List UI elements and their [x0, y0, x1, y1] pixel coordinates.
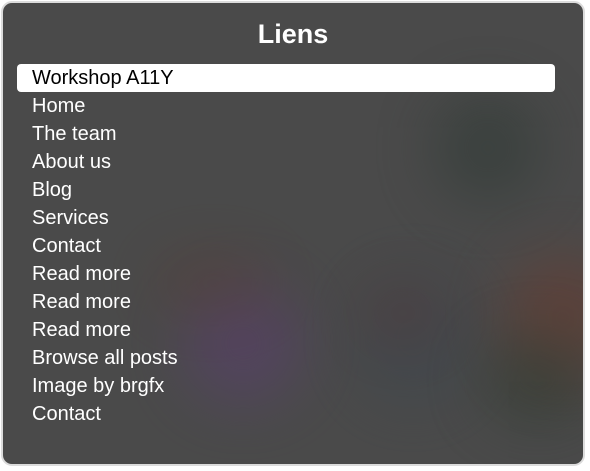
- links-list: Workshop A11Y Home The team About us Blo…: [17, 64, 555, 428]
- link-item[interactable]: Contact: [17, 400, 555, 428]
- rotor-content: Liens Workshop A11Y Home The team About …: [3, 3, 583, 464]
- link-item[interactable]: Blog: [17, 176, 555, 204]
- link-item[interactable]: Contact: [17, 232, 555, 260]
- link-item[interactable]: Image by brgfx: [17, 372, 555, 400]
- link-item-selected[interactable]: Workshop A11Y: [17, 64, 555, 92]
- link-item[interactable]: About us: [17, 148, 555, 176]
- voiceover-rotor-panel: Liens Workshop A11Y Home The team About …: [1, 1, 585, 466]
- link-item[interactable]: The team: [17, 120, 555, 148]
- link-item[interactable]: Read more: [17, 260, 555, 288]
- link-item[interactable]: Browse all posts: [17, 344, 555, 372]
- link-item[interactable]: Home: [17, 92, 555, 120]
- link-item[interactable]: Services: [17, 204, 555, 232]
- link-item[interactable]: Read more: [17, 316, 555, 344]
- link-item[interactable]: Read more: [17, 288, 555, 316]
- rotor-title: Liens: [257, 19, 329, 49]
